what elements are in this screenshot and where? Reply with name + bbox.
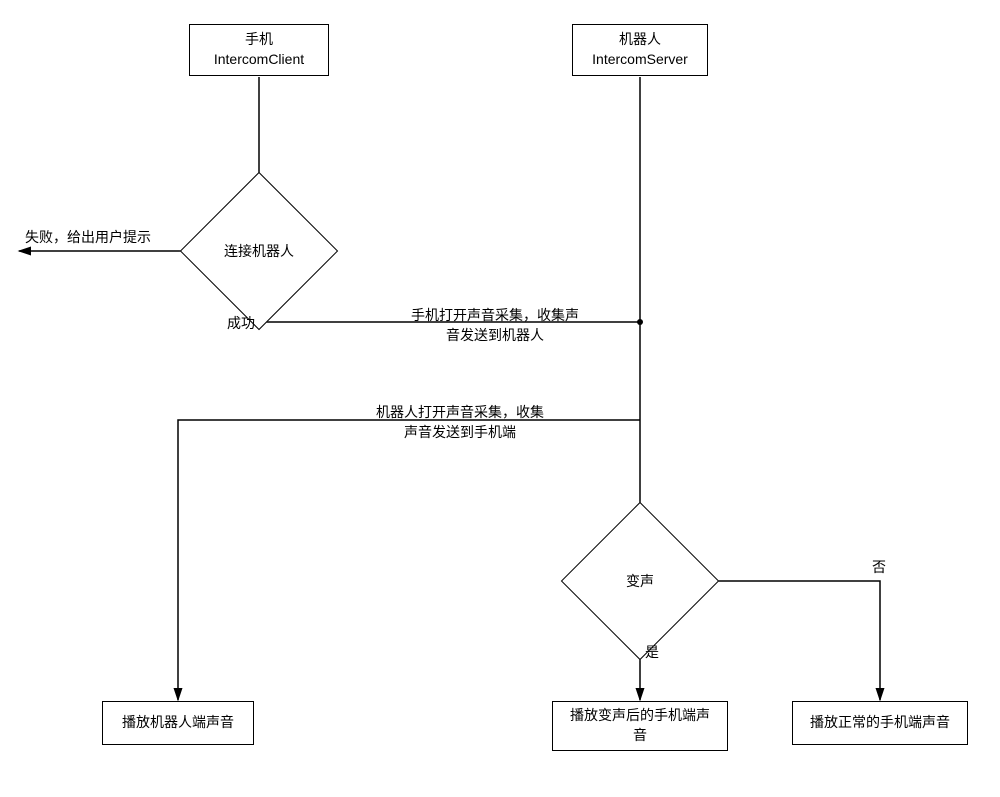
fail-hint-label: 失败，给出用户提示 [25,227,151,247]
robot-server-line1: 机器人 [619,31,661,47]
connectors [0,0,1000,797]
robot-server-box: 机器人 IntercomServer [572,24,708,76]
play-normal-sound-label: 播放正常的手机端声音 [810,713,950,733]
play-changed-sound-label: 播放变声后的手机端声 音 [570,706,710,745]
voice-change-label: 变声 [626,572,654,590]
voice-change-decision: 变声 [584,525,696,637]
play-robot-sound-box: 播放机器人端声音 [102,701,254,745]
play-normal-sound-box: 播放正常的手机端声音 [792,701,968,745]
connect-robot-label: 连接机器人 [224,242,294,260]
robot-collect-label: 机器人打开声音采集，收集 声音发送到手机端 [345,402,575,442]
phone-client-box: 手机 IntercomClient [189,24,329,76]
robot-server-line2: IntercomServer [592,51,688,67]
phone-client-line2: IntercomClient [214,51,304,67]
play-changed-sound-box: 播放变声后的手机端声 音 [552,701,728,751]
phone-collect-label: 手机打开声音采集，收集声 音发送到机器人 [385,305,605,345]
yes-label: 是 [645,642,659,662]
connect-robot-decision: 连接机器人 [203,195,315,307]
play-robot-sound-label: 播放机器人端声音 [122,713,234,733]
phone-client-line1: 手机 [245,31,273,47]
success-label: 成功 [227,313,255,333]
no-label: 否 [872,557,886,577]
